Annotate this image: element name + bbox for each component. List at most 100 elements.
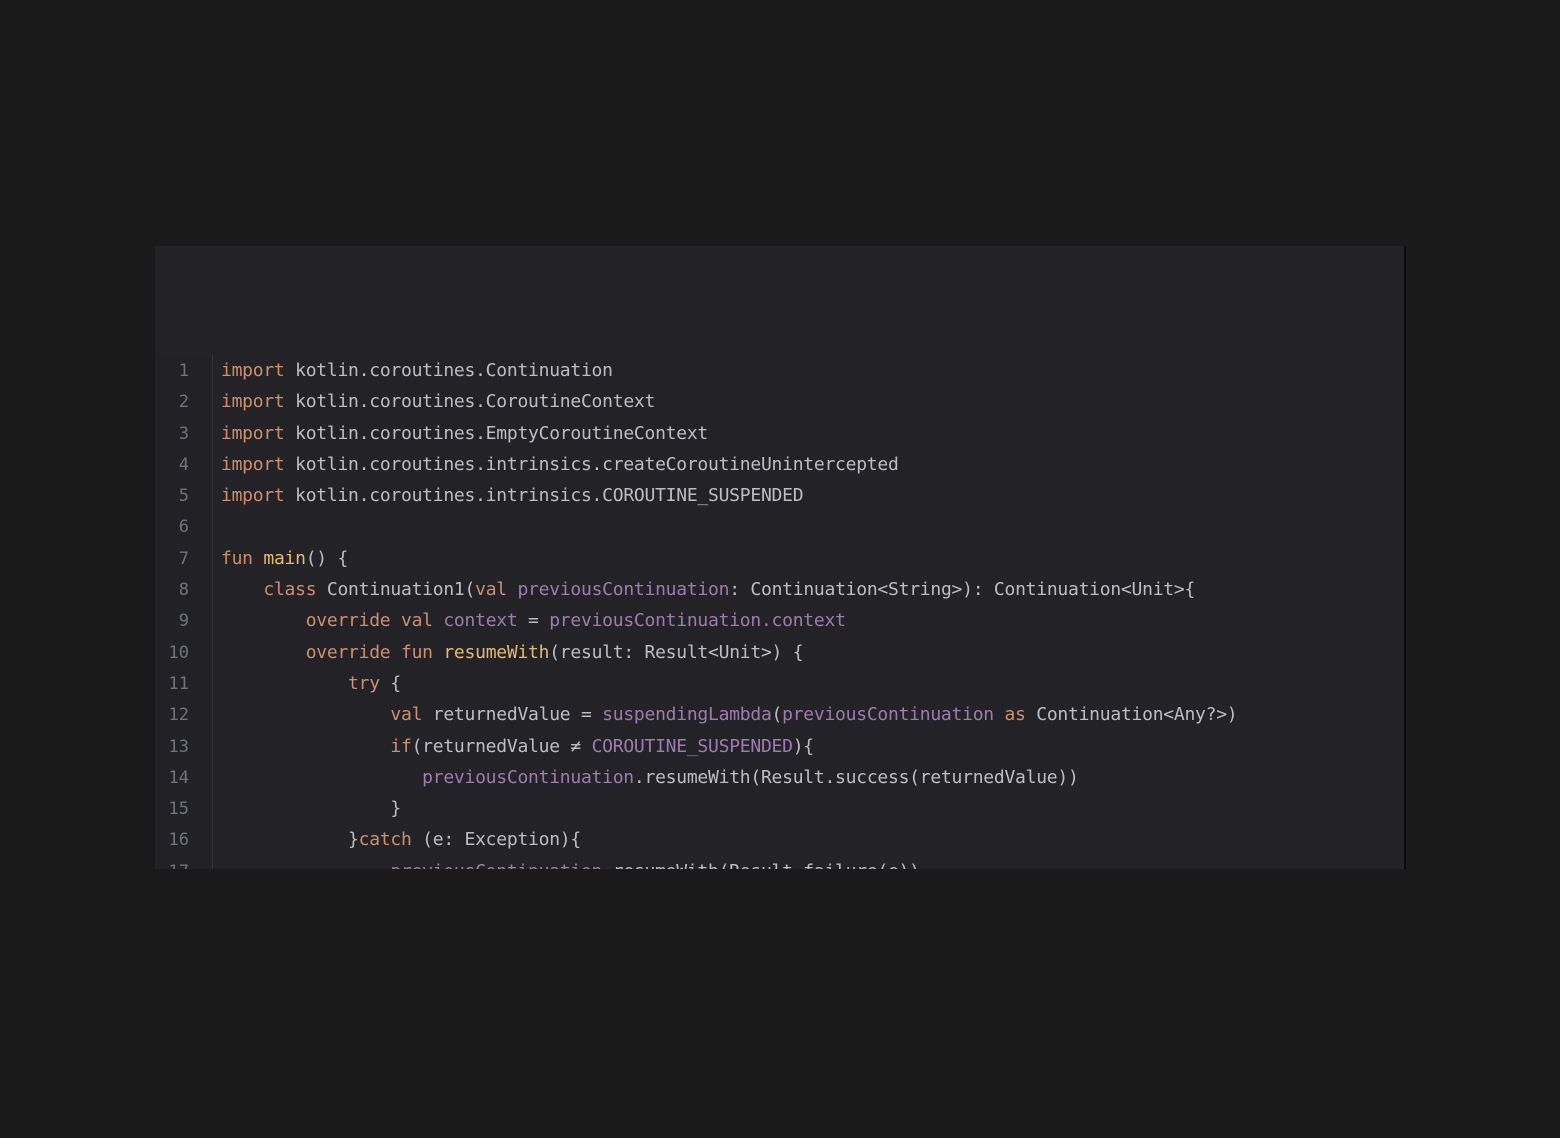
code-text-token: : Continuation<String>): Continuation<Un… <box>729 579 1196 601</box>
code-text-token: (e: Exception){ <box>411 829 581 851</box>
line-code: val returnedValue = suspendingLambda(pre… <box>221 703 1237 726</box>
property-token: previousContinuation <box>517 579 730 601</box>
code-text-token: () { <box>305 547 349 569</box>
keyword-token: fun <box>221 547 253 569</box>
line-number: 8 <box>178 580 189 601</box>
code-line[interactable]: 11 try { <box>155 668 1404 699</box>
line-number: 11 <box>168 673 189 694</box>
line-number: 17 <box>155 861 189 869</box>
keyword-token: override fun <box>305 641 433 663</box>
code-text-token: Continuation<Any?>) <box>1025 704 1238 726</box>
line-number: 4 <box>178 454 189 475</box>
code-line[interactable]: 17 previousContinuation.resumeWith(Resul… <box>155 856 1404 869</box>
keyword-token: import <box>221 391 285 413</box>
line-code: try { <box>221 672 401 695</box>
code-text-token: } <box>221 829 359 851</box>
code-line[interactable]: 15 } <box>155 793 1404 824</box>
line-number: 15 <box>168 799 189 820</box>
line-code: class Continuation1(val previousContinua… <box>221 578 1195 601</box>
code-line[interactable]: 3 import kotlin.coroutines.EmptyCoroutine… <box>155 418 1404 449</box>
line-number: 14 <box>168 767 189 788</box>
property-token: previousContinuation.context <box>549 610 846 632</box>
line-code: previousContinuation.resumeWith(Result.s… <box>221 766 1079 789</box>
code-line[interactable]: 2 import kotlin.coroutines.CoroutineConte… <box>155 386 1404 417</box>
function-name-token: main <box>263 547 306 569</box>
keyword-token: import <box>221 360 285 381</box>
line-number: 6 <box>178 517 189 538</box>
code-line[interactable]: 5 import kotlin.coroutines.intrinsics.COR… <box>155 480 1404 511</box>
code-line[interactable]: 1 import kotlin.coroutines.Continuation <box>155 355 1404 386</box>
line-number: 16 <box>168 830 189 851</box>
line-number: 10 <box>168 642 189 663</box>
keyword-token: catch <box>358 829 412 851</box>
code-text-token: .resumeWith(Result.success(returnedValue… <box>633 766 1079 788</box>
code-line[interactable]: 16 }catch (e: Exception){ <box>155 824 1404 855</box>
line-code: }catch (e: Exception){ <box>221 828 581 851</box>
line-number: 9 <box>178 611 189 632</box>
property-token: previousContinuation <box>422 766 634 788</box>
code-line[interactable]: 12 val returnedValue = suspendingLambda(… <box>155 699 1404 730</box>
code-line[interactable]: 14 previousContinuation.resumeWith(Resul… <box>155 762 1404 793</box>
line-code: import kotlin.coroutines.EmptyCoroutineC… <box>221 422 708 445</box>
code-line[interactable]: 10 override fun resumeWith(result: Resul… <box>155 637 1404 668</box>
line-number: 5 <box>178 486 189 507</box>
code-text-token: kotlin.coroutines.CoroutineContext <box>284 391 656 413</box>
property-token: COROUTINE_SUSPENDED <box>591 735 793 757</box>
code-line[interactable]: 4 import kotlin.coroutines.intrinsics.cre… <box>155 449 1404 480</box>
code-line[interactable]: 9 override val context = previousContinu… <box>155 605 1404 636</box>
keyword-token: import <box>221 422 285 444</box>
line-code: fun main() { <box>221 547 348 570</box>
property-token: previousContinuation <box>782 704 994 726</box>
line-number: 7 <box>178 548 189 569</box>
line-code: override val context = previousContinuat… <box>221 609 846 632</box>
keyword-token: import <box>221 453 285 475</box>
line-code: if(returnedValue ≠ COROUTINE_SUSPENDED){ <box>221 735 814 758</box>
code-text-token: kotlin.coroutines.intrinsics.COROUTINE_S… <box>284 485 804 507</box>
code-line[interactable]: 6 <box>155 511 1404 542</box>
keyword-token: class <box>263 579 317 601</box>
code-text-token: .resumeWith(Result.failure(e)) <box>602 861 920 869</box>
keyword-token: val <box>475 579 507 601</box>
code-text-token: ( <box>771 704 783 726</box>
code-line[interactable]: 13 if(returnedValue ≠ COROUTINE_SUSPENDE… <box>155 731 1404 762</box>
keyword-token: override val <box>305 610 433 632</box>
property-token: previousContinuation <box>390 861 602 869</box>
line-code: } <box>221 797 401 820</box>
keyword-token: import <box>221 485 285 507</box>
code-editor[interactable]: 1 import kotlin.coroutines.Continuation 2 i… <box>155 246 1406 869</box>
line-number: 13 <box>168 736 189 757</box>
code-line[interactable]: 8 class Continuation1(val previousContin… <box>155 574 1404 605</box>
keyword-token: if <box>390 735 412 757</box>
code-text-token: returnedValue = <box>422 704 603 726</box>
keyword-token: try <box>348 672 380 694</box>
property-token: context <box>443 610 518 632</box>
function-name-token: resumeWith <box>443 641 550 663</box>
code-area[interactable]: 1 import kotlin.coroutines.Continuation 2 i… <box>155 355 1404 869</box>
keyword-token: val <box>390 704 423 726</box>
code-line[interactable]: 7 fun main() { <box>155 543 1404 574</box>
line-number: 12 <box>168 705 189 726</box>
line-code: previousContinuation.resumeWith(Result.f… <box>221 860 920 869</box>
keyword-token: as <box>1004 704 1026 726</box>
code-text-token: kotlin.coroutines.EmptyCoroutineContext <box>284 422 709 444</box>
code-text-token: kotlin.coroutines.Continuation <box>284 360 613 381</box>
code-text-token: kotlin.coroutines.intrinsics.createCorou… <box>284 453 899 475</box>
code-text-token: { <box>379 672 401 694</box>
line-code: import kotlin.coroutines.Continuation <box>221 359 613 382</box>
code-text-token: = <box>517 610 550 632</box>
code-text-token: (result: Result<Unit>) { <box>549 641 804 663</box>
line-code: import kotlin.coroutines.intrinsics.CORO… <box>221 484 804 507</box>
property-token: suspendingLambda <box>602 704 772 726</box>
line-number: 1 <box>178 361 189 381</box>
code-text-token: (returnedValue ≠ <box>411 735 592 757</box>
line-number: 2 <box>178 392 189 413</box>
line-code: import kotlin.coroutines.CoroutineContex… <box>221 390 655 413</box>
